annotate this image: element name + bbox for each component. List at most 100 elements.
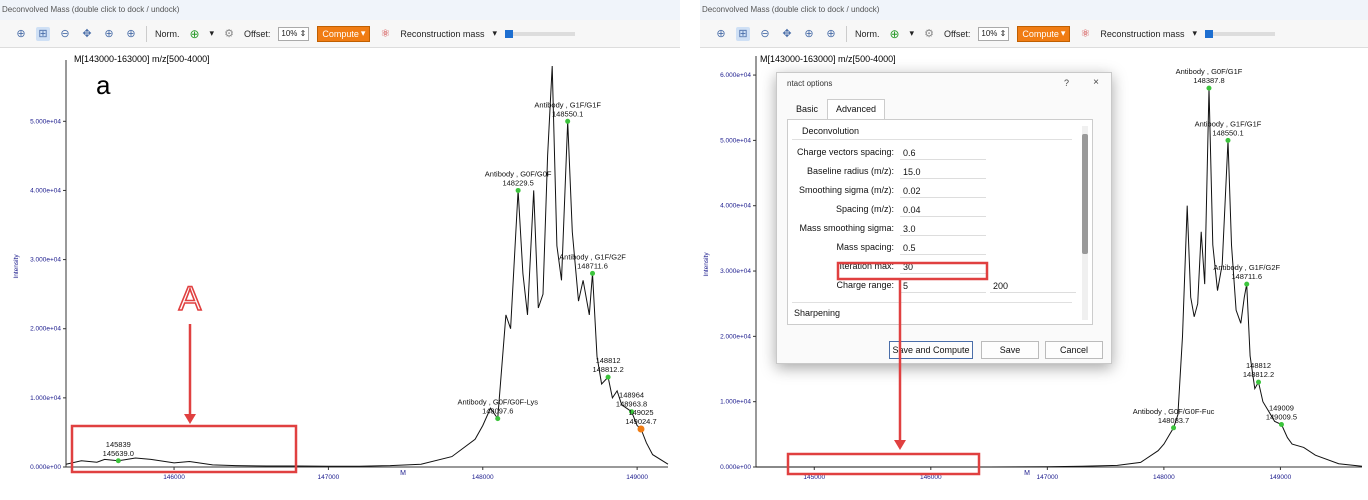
add-green-icon[interactable]: ⊕: [888, 27, 902, 41]
save-and-compute-button[interactable]: Save and Compute: [889, 341, 973, 359]
close-icon[interactable]: ×: [1093, 77, 1099, 88]
divider: [792, 139, 1072, 140]
slider-knob[interactable]: [1204, 29, 1213, 38]
tab-basic[interactable]: Basic: [787, 99, 827, 119]
reconstruction-mass-label[interactable]: Reconstruction mass: [1100, 29, 1184, 39]
plot-header-b: M[143000-163000] m/z[500-4000]: [760, 54, 896, 64]
spin-arrows-icon[interactable]: ⇕: [1000, 29, 1007, 38]
reconstruction-slider[interactable]: [1204, 29, 1275, 38]
y-tick-label: 4.000e+04: [30, 187, 61, 194]
slider-knob[interactable]: [504, 29, 513, 38]
spin-arrows-icon[interactable]: ⇕: [300, 29, 307, 38]
dialog-scrollbar[interactable]: [1082, 126, 1088, 320]
spacing-input[interactable]: [900, 203, 986, 217]
zoom-box-icon[interactable]: ⊞: [36, 26, 50, 41]
tab-advanced[interactable]: Advanced: [827, 99, 886, 119]
peak-label: Antibody , G0F/G0F: [485, 169, 552, 178]
zoom-x-icon[interactable]: ⊕: [802, 27, 816, 41]
help-icon[interactable]: ?: [1064, 78, 1069, 88]
peak-value: 149009.5: [1266, 413, 1297, 422]
peak-value: 148229.5: [502, 178, 533, 187]
zoom-in-icon[interactable]: ⊕: [14, 27, 28, 41]
peak-label: Antibody , G0F/G0F-Fuc: [1133, 407, 1215, 416]
peak-label: Antibody , G1F/G2F: [559, 252, 626, 261]
peak-value: 148812.2: [1243, 370, 1274, 379]
peak-value: 148812.2: [592, 365, 623, 374]
zoom-box-icon[interactable]: ⊞: [736, 26, 750, 41]
zoom-y-icon[interactable]: ⊕: [124, 27, 138, 41]
peak-label: 149009: [1269, 404, 1294, 413]
peak-label: Antibody , G0F/G1F: [1176, 67, 1243, 76]
panel-letter-a: a: [96, 70, 111, 100]
dialog-title[interactable]: ntact options: [777, 73, 1111, 95]
pan-icon[interactable]: ✥: [80, 27, 94, 41]
zoom-out-icon[interactable]: ⊖: [58, 27, 72, 41]
zoom-in-icon[interactable]: ⊕: [714, 27, 728, 41]
window-title-b[interactable]: Deconvolved Mass (double click to dock /…: [700, 0, 1368, 20]
x-tick-label: 145000: [803, 474, 825, 481]
peak-label: 149025: [628, 408, 653, 417]
compute-button[interactable]: Compute ▾: [317, 25, 371, 42]
molecule-icon[interactable]: ⚛: [1078, 27, 1092, 41]
baseline-radius-input[interactable]: [900, 165, 986, 179]
charge-range-min-input[interactable]: [900, 279, 986, 293]
peak-value: 148711.6: [577, 261, 608, 270]
peak-value: 148083.7: [1158, 416, 1189, 425]
zoom-out-icon[interactable]: ⊖: [758, 27, 772, 41]
param-label: Spacing (m/z):: [835, 204, 894, 214]
add-green-icon[interactable]: ⊕: [188, 27, 202, 41]
peak-value: 149024.7: [625, 417, 656, 426]
y-tick-label: 0.000e+00: [30, 464, 61, 471]
param-label: Baseline radius (m/z):: [806, 166, 894, 176]
pan-icon[interactable]: ✥: [780, 27, 794, 41]
smoothing-sigma-input[interactable]: [900, 184, 986, 198]
param-row-mass-smoothing-sigma: Mass smoothing sigma:: [788, 222, 1078, 236]
gear-icon[interactable]: ⚙: [222, 27, 236, 41]
toolbar-a: ⊕ ⊞ ⊖ ✥ ⊕ ⊕ Norm. ⊕ ▾ ⚙ Offset: 10% ⇕ Co…: [0, 20, 680, 48]
param-row-charge-vectors-spacing: Charge vectors spacing:: [788, 146, 1078, 160]
y-tick-label: 1.000e+04: [30, 395, 61, 402]
scrollbar-thumb[interactable]: [1082, 134, 1088, 254]
charge-vectors-spacing-input[interactable]: [900, 146, 986, 160]
reconstruction-mass-label[interactable]: Reconstruction mass: [400, 29, 484, 39]
mass-smoothing-sigma-input[interactable]: [900, 222, 986, 236]
dropdown-arrow-icon[interactable]: ▾: [492, 28, 497, 39]
param-label: Mass spacing:: [836, 242, 894, 252]
offset-spinbox[interactable]: 10% ⇕: [278, 26, 310, 41]
norm-label[interactable]: Norm.: [855, 29, 880, 39]
cancel-button[interactable]: Cancel: [1045, 341, 1103, 359]
x-axis-label: M: [1024, 470, 1030, 477]
y-tick-label: 6.000e+04: [720, 72, 751, 79]
y-axis-label: Intensity: [13, 254, 20, 279]
reconstruction-slider[interactable]: [504, 29, 575, 38]
offset-spinbox[interactable]: 10% ⇕: [978, 26, 1010, 41]
norm-label[interactable]: Norm.: [155, 29, 180, 39]
compute-button[interactable]: Compute ▾: [1017, 25, 1071, 42]
plot-area-a[interactable]: 0.000e+00 1.000e+04 2.000e+04 3.000e+04 4.00…: [0, 48, 680, 500]
peak-value: 148711.6: [1231, 272, 1262, 281]
molecule-icon[interactable]: ⚛: [378, 27, 392, 41]
x-tick-label: 148000: [472, 474, 494, 481]
iteration-max-input[interactable]: [900, 260, 986, 274]
peak-label: Antibody , G0F/G0F-Lys: [457, 398, 538, 407]
dropdown-arrow-icon[interactable]: ▾: [910, 28, 915, 39]
zoom-x-icon[interactable]: ⊕: [102, 27, 116, 41]
save-button[interactable]: Save: [981, 341, 1039, 359]
dropdown-arrow-icon[interactable]: ▾: [210, 28, 215, 39]
zoom-y-icon[interactable]: ⊕: [824, 27, 838, 41]
peak-marker: [1171, 425, 1177, 431]
dropdown-arrow-icon[interactable]: ▾: [1192, 28, 1197, 39]
param-label: Mass smoothing sigma:: [799, 223, 894, 233]
group-sharpening-title: Sharpening: [794, 308, 841, 318]
y-tick-label: 4.000e+04: [720, 203, 751, 210]
peak-marker: [1278, 422, 1284, 428]
window-title-a[interactable]: Deconvolved Mass (double click to dock /…: [0, 0, 680, 20]
charge-range-max-input[interactable]: [990, 279, 1076, 293]
gear-icon[interactable]: ⚙: [922, 27, 936, 41]
peak-label: 148964: [619, 391, 644, 400]
mass-spacing-input[interactable]: [900, 241, 986, 255]
x-tick-label: 147000: [318, 474, 340, 481]
compute-label: Compute: [1022, 28, 1059, 39]
param-label: Iteration max:: [839, 261, 894, 271]
param-label: Charge vectors spacing:: [796, 147, 894, 157]
